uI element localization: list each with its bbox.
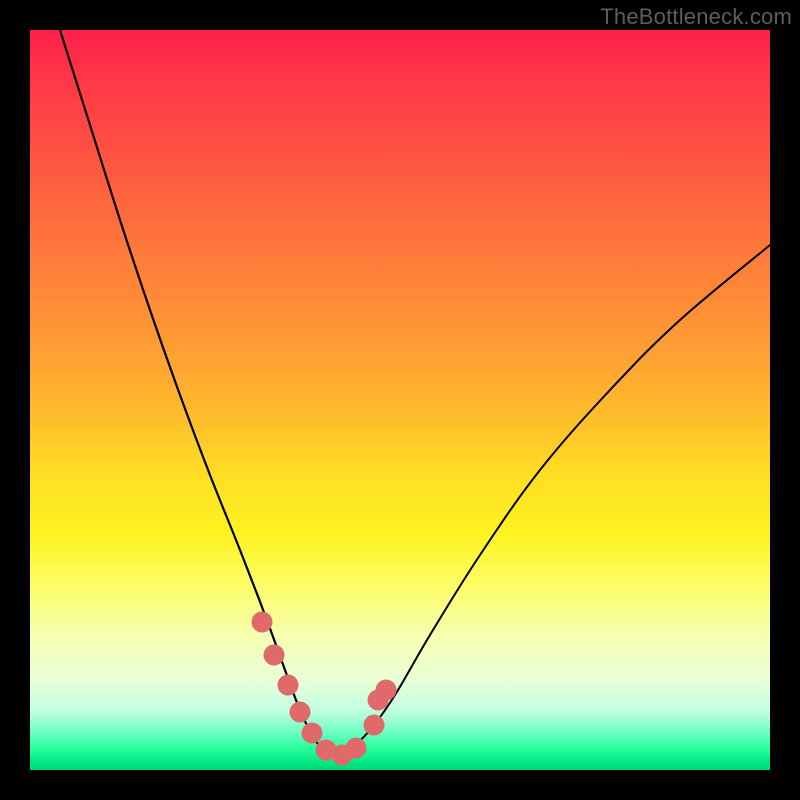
highlighted-marker bbox=[364, 715, 385, 736]
curve-svg bbox=[30, 30, 770, 770]
watermark-text: TheBottleneck.com bbox=[600, 4, 792, 30]
highlighted-marker bbox=[346, 738, 367, 759]
curve-right-branch bbox=[330, 245, 770, 755]
highlighted-marker bbox=[376, 680, 397, 701]
highlighted-marker bbox=[252, 612, 273, 633]
chart-outer-frame: TheBottleneck.com bbox=[0, 0, 800, 800]
highlighted-marker bbox=[278, 675, 299, 696]
highlighted-marker bbox=[290, 702, 311, 723]
curve-left-branch bbox=[60, 30, 330, 755]
plot-area bbox=[30, 30, 770, 770]
highlighted-marker bbox=[264, 645, 285, 666]
highlighted-marker bbox=[302, 723, 323, 744]
